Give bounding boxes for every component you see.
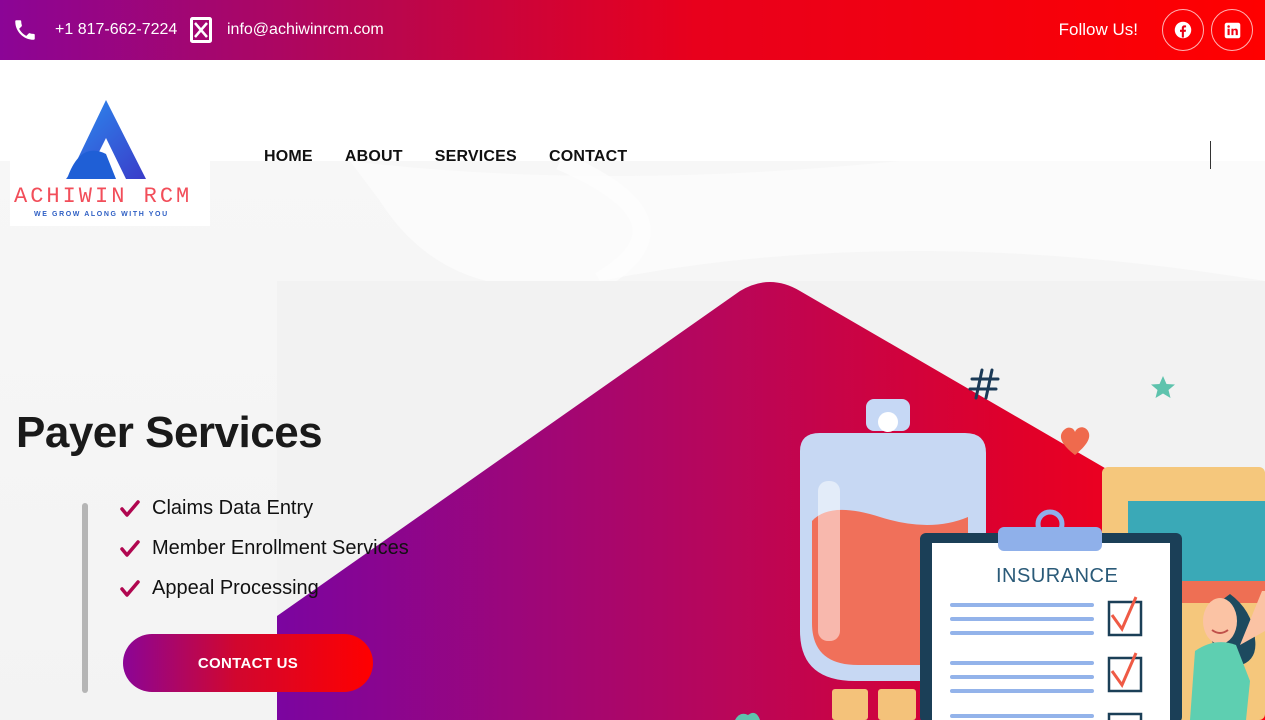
nav-about[interactable]: ABOUT [345,148,403,166]
email-icon [190,17,212,43]
service-item: Member Enrollment Services [120,537,409,560]
service-label: Claims Data Entry [152,497,314,519]
service-item: Appeal Processing [120,577,319,600]
facebook-icon [1174,21,1192,39]
nav-contact[interactable]: CONTACT [549,148,627,166]
insurance-clipboard [920,509,1182,720]
check-icon [120,579,140,597]
linkedin-button[interactable] [1211,9,1253,51]
phone-icon [15,20,35,40]
phone-link[interactable]: +1 817-662-7224 [12,0,177,60]
contact-us-button[interactable]: CONTACT US [123,634,373,692]
email-link[interactable]: info@achiwinrcm.com [190,0,384,60]
service-label: Appeal Processing [152,577,319,599]
check-icon [120,539,140,557]
site-logo[interactable]: ACHIWIN RCM WE GROW ALONG WITH YOU [10,96,210,226]
main-nav: HOME ABOUT SERVICES CONTACT [264,148,627,166]
nav-home[interactable]: HOME [264,148,313,166]
facebook-button[interactable] [1162,9,1204,51]
email-address: info@achiwinrcm.com [227,21,384,38]
brand-name: ACHIWIN RCM [14,184,193,209]
brand-tagline: WE GROW ALONG WITH YOU [34,211,169,218]
services-vertical-bar [82,503,88,693]
service-label: Member Enrollment Services [152,537,409,559]
service-item: Claims Data Entry [120,497,313,520]
clipboard-label: INSURANCE [996,565,1119,587]
nav-divider [1210,141,1211,169]
follow-us-label: Follow Us! [1058,20,1138,39]
nav-services[interactable]: SERVICES [435,148,517,166]
check-icon [120,499,140,517]
linkedin-icon [1224,22,1240,38]
phone-number: +1 817-662-7224 [55,21,178,38]
page-title: Payer Services [16,408,323,457]
top-contact-bar: +1 817-662-7224 info@achiwinrcm.com Foll… [0,0,1265,60]
